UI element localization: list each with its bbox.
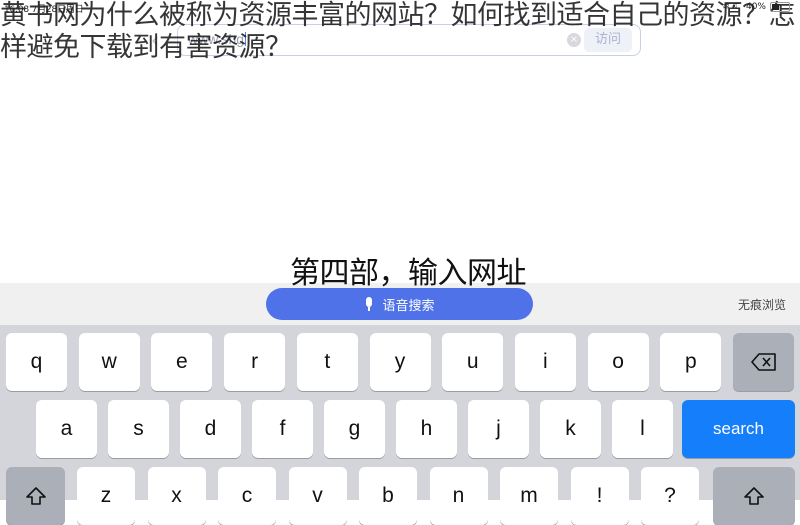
moon-icon: ☾	[733, 2, 742, 12]
key-e[interactable]: e	[151, 333, 213, 391]
key-c[interactable]: c	[218, 467, 276, 525]
key-g[interactable]: g	[324, 400, 385, 458]
key-exclamation[interactable]: !	[570, 467, 629, 525]
shift-icon	[743, 486, 765, 506]
voice-search-label: 语音搜索	[382, 298, 435, 314]
key-y[interactable]: y	[369, 333, 431, 391]
keyboard: q w e r t y u i o p a s d f g h j k l search z x c v b n m!?	[0, 325, 800, 525]
shift-key-left[interactable]	[6, 467, 65, 525]
key-p[interactable]: p	[660, 333, 722, 391]
key-h[interactable]: h	[396, 400, 457, 458]
key-d[interactable]: d	[180, 400, 241, 458]
key-k[interactable]: k	[540, 400, 601, 458]
step-caption: 第四部，输入网址	[290, 256, 527, 291]
key-question[interactable]: ?	[641, 467, 699, 525]
shift-icon	[25, 486, 47, 506]
delete-key[interactable]	[733, 333, 794, 391]
key-m[interactable]: m	[500, 467, 558, 525]
key-o[interactable]: o	[587, 333, 649, 391]
headline-overlay: 黄书网为什么被称为资源丰富的网站？如何找到适合自己的资源？怎样避免下载到有害资源…	[0, 0, 796, 63]
key-n[interactable]: n	[429, 467, 488, 525]
battery-icon	[770, 2, 790, 12]
key-a[interactable]: a	[36, 400, 97, 458]
key-b[interactable]: b	[359, 467, 417, 525]
battery-percent: 40%	[745, 2, 766, 12]
shift-key-right[interactable]	[713, 467, 795, 525]
microphone-icon	[364, 297, 374, 311]
key-z[interactable]: z	[77, 467, 135, 525]
incognito-button[interactable]: 无痕浏览	[738, 296, 786, 313]
key-l[interactable]: l	[612, 400, 673, 458]
key-i[interactable]: i	[514, 333, 576, 391]
wifi-icon: ≋	[722, 2, 730, 12]
key-s[interactable]: s	[108, 400, 169, 458]
status-time-date: 16:08 7月28日周日	[4, 5, 84, 15]
key-w[interactable]: w	[78, 333, 140, 391]
backspace-icon	[750, 353, 777, 371]
key-u[interactable]: u	[442, 333, 504, 391]
key-j[interactable]: j	[468, 400, 529, 458]
status-indicators: ≋ ☾ 40%	[722, 2, 790, 12]
key-v[interactable]: v	[288, 467, 347, 525]
key-r[interactable]: r	[224, 333, 286, 391]
key-q[interactable]: q	[6, 333, 67, 391]
search-key[interactable]: search	[682, 400, 795, 458]
key-f[interactable]: f	[252, 400, 313, 458]
key-x[interactable]: x	[147, 467, 206, 525]
key-t[interactable]: t	[296, 333, 358, 391]
voice-search-button[interactable]: 语音搜索	[266, 288, 533, 320]
